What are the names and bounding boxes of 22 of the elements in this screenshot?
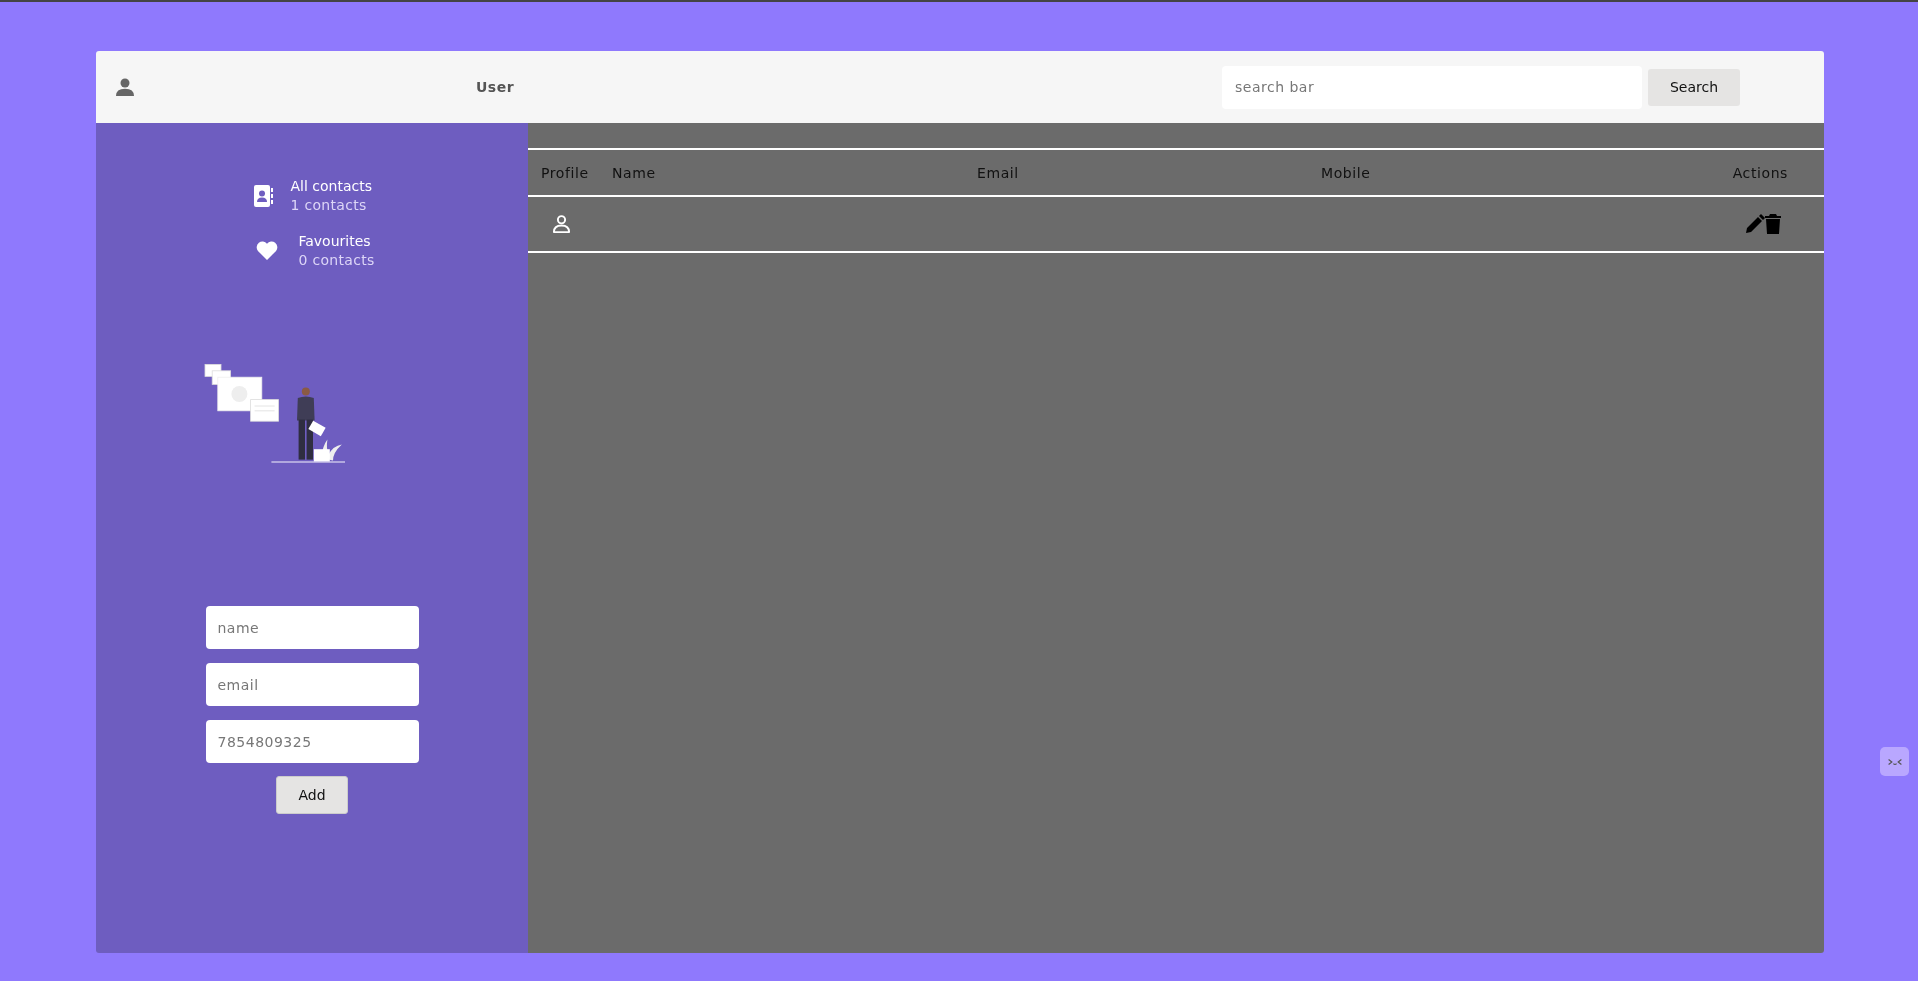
column-header: Actions	[1732, 164, 1788, 181]
column-header: Email	[977, 164, 1020, 181]
column-header: Profile	[541, 164, 590, 181]
user-icon[interactable]	[116, 77, 134, 97]
trash-icon[interactable]	[1765, 214, 1781, 234]
category-label[interactable]: Favourites	[298, 233, 375, 249]
edit-icon[interactable]	[1745, 214, 1765, 234]
address-book-icon[interactable]	[254, 184, 275, 207]
input-field[interactable]: 7854809325	[205, 720, 419, 763]
input-field[interactable]: name	[205, 606, 419, 649]
category-label[interactable]: All contacts	[290, 178, 372, 194]
add-button[interactable]: Add	[276, 776, 348, 814]
heart-icon[interactable]	[256, 241, 279, 260]
user-label: User	[476, 79, 515, 95]
column-header: Mobile	[1321, 164, 1372, 181]
column-header: Name	[612, 164, 657, 181]
input-field[interactable]: email	[205, 663, 419, 706]
user-icon	[552, 214, 571, 234]
contact-count: 1 contacts	[290, 197, 368, 213]
contact-count: 0 contacts	[298, 252, 375, 268]
search-field[interactable]: search bar	[1222, 65, 1642, 109]
search-button[interactable]: Search	[1648, 68, 1740, 106]
